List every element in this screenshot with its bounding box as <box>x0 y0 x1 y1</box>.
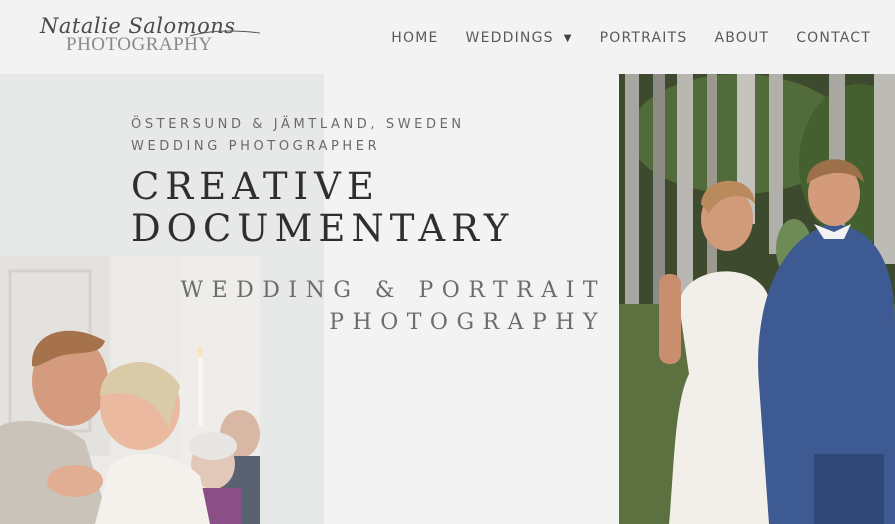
couple-outdoors-image <box>619 74 895 524</box>
nav-about-label: ABOUT <box>714 30 770 46</box>
hero-subheadline: WEDDING & PORTRAIT PHOTOGRAPHY <box>180 275 606 339</box>
main-nav: HOME WEDDINGS ▼ PORTRAITS ABOUT CONTACT <box>391 28 871 48</box>
headline-line-2: DOCUMENTARY <box>131 207 515 250</box>
nav-contact-label: CONTACT <box>796 30 871 46</box>
headline-line-1: CREATIVE <box>131 165 380 208</box>
nav-home-label: HOME <box>391 30 439 46</box>
location-line: ÖSTERSUND & JÄMTLAND, SWEDEN <box>131 117 465 132</box>
nav-about[interactable]: ABOUT <box>714 30 769 46</box>
nav-portraits[interactable]: PORTRAITS <box>600 30 688 46</box>
hero-location: ÖSTERSUND & JÄMTLAND, SWEDEN WEDDING PHO… <box>131 114 465 158</box>
logo[interactable]: Natalie Salomons PHOTOGRAPHY <box>40 14 260 58</box>
subheadline-line-1: WEDDING & PORTRAIT <box>180 278 606 303</box>
subheadline-line-2: PHOTOGRAPHY <box>329 310 606 335</box>
nav-weddings-label: WEDDINGS <box>465 30 554 46</box>
hero-headline: CREATIVE DOCUMENTARY <box>131 166 514 250</box>
nav-contact[interactable]: CONTACT <box>796 30 871 46</box>
caret-down-icon[interactable]: ▼ <box>564 33 573 44</box>
nav-portraits-label: PORTRAITS <box>599 30 688 46</box>
nav-home[interactable]: HOME <box>391 30 438 46</box>
hero-photo-couple-outdoors <box>619 74 895 524</box>
nav-weddings[interactable]: WEDDINGS ▼ <box>466 30 573 46</box>
logo-photography-text: PHOTOGRAPHY <box>66 34 213 55</box>
role-line: WEDDING PHOTOGRAPHER <box>131 139 381 154</box>
site-header: Natalie Salomons PHOTOGRAPHY HOME WEDDIN… <box>0 0 895 74</box>
